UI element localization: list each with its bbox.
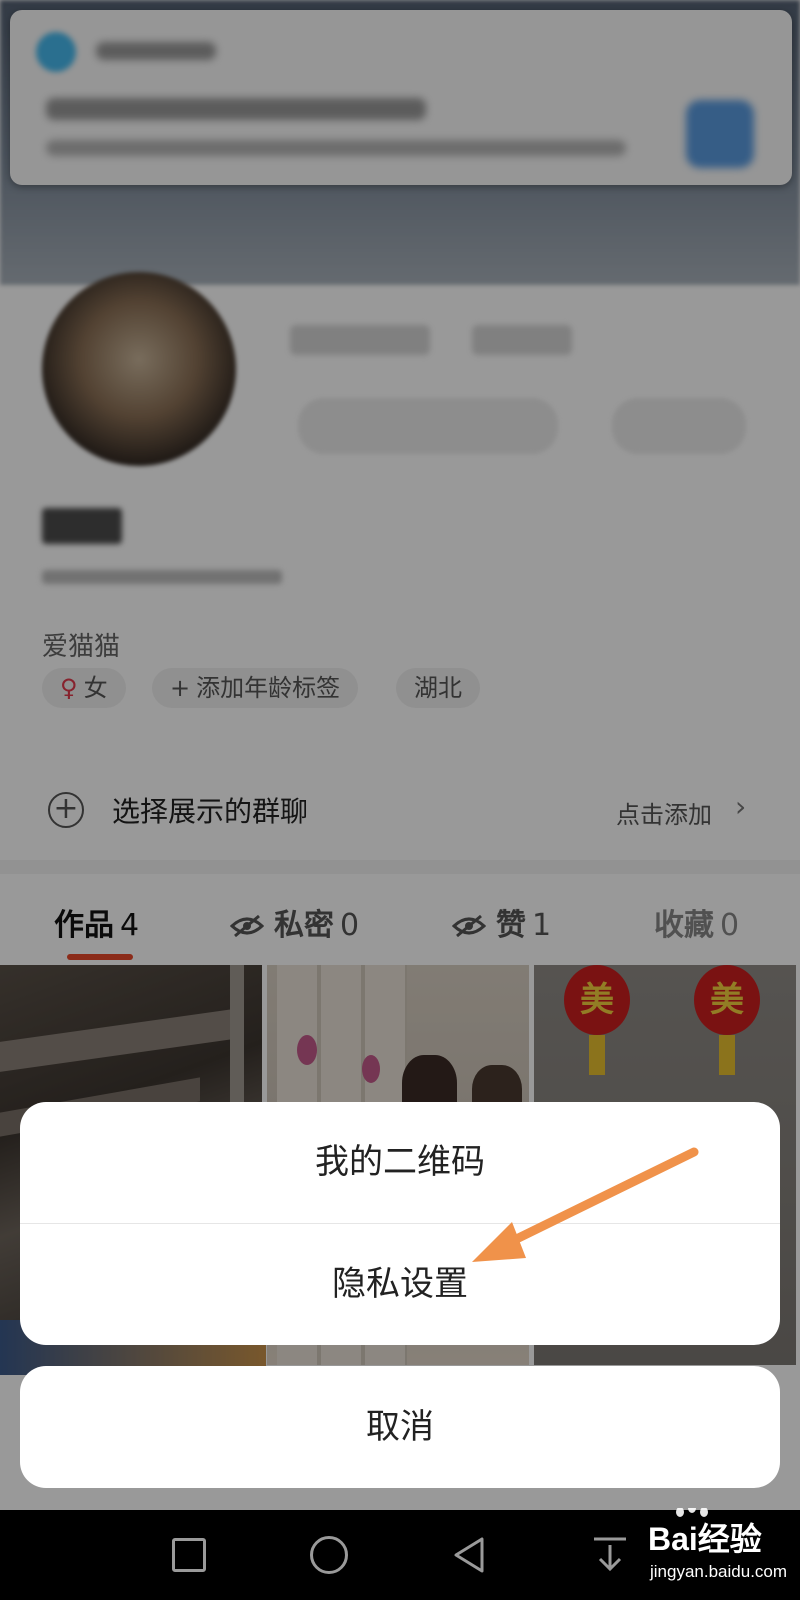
privacy-settings-option[interactable]: 隐私设置 <box>20 1224 780 1345</box>
watermark-brand: Bai经验 <box>648 1521 762 1557</box>
home-icon[interactable] <box>310 1536 348 1574</box>
action-sheet: 我的二维码 隐私设置 <box>20 1102 780 1345</box>
cancel-button[interactable]: 取消 <box>20 1366 780 1488</box>
watermark-url: jingyan.baidu.com <box>650 1562 788 1581</box>
back-icon[interactable] <box>450 1535 490 1575</box>
my-qrcode-option[interactable]: 我的二维码 <box>20 1102 780 1223</box>
recent-apps-icon[interactable] <box>172 1538 206 1572</box>
